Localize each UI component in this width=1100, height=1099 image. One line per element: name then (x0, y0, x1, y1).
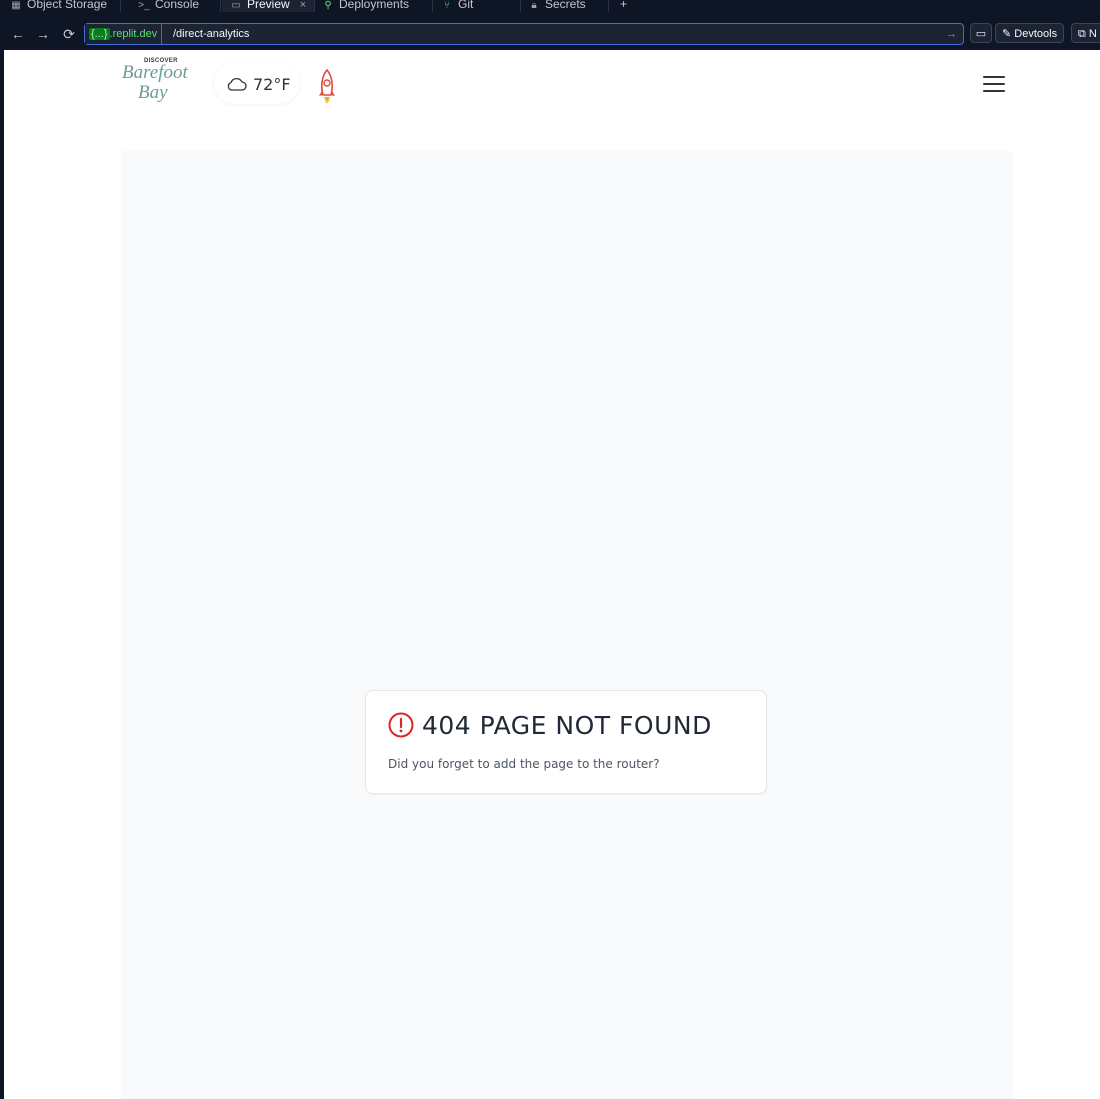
tab-deployments[interactable]: ⚲ Deployments (322, 0, 409, 12)
menu-line (983, 76, 1005, 78)
not-found-card: 404 PAGE NOT FOUND Did you forget to add… (365, 690, 767, 794)
tab-divider (608, 0, 609, 12)
weather-widget: 72°F (214, 62, 300, 104)
not-found-message: Did you forget to add the page to the ro… (388, 757, 660, 771)
tab-divider (520, 0, 521, 12)
menu-line (983, 83, 1005, 85)
close-tab-icon[interactable]: × (300, 0, 306, 11)
back-arrow-icon[interactable]: ← (8, 24, 28, 44)
temperature-text: 72°F (253, 75, 291, 94)
logo-line2: Bay (138, 82, 168, 103)
menu-line (983, 90, 1005, 92)
devtools-button[interactable]: ✎ Devtools (995, 23, 1065, 43)
preview-icon: ▭ (231, 0, 241, 11)
git-icon: ⑂ (444, 0, 450, 11)
forward-arrow-icon[interactable]: → (33, 24, 53, 44)
alert-circle-icon (388, 712, 414, 738)
tab-console[interactable]: >_ Console (138, 0, 199, 12)
logo-line1: Barefoot (122, 62, 188, 83)
not-found-title: 404 PAGE NOT FOUND (422, 711, 712, 740)
deployments-icon: ⚲ (324, 0, 332, 11)
domain-brace: {...} (89, 28, 110, 40)
tab-divider (220, 0, 221, 12)
new-tab-open-button[interactable]: ⧉ N (1071, 23, 1100, 43)
site-header: DISCOVER Barefoot Bay 72°F (4, 50, 1100, 130)
url-path-input[interactable]: /direct-analytics (173, 24, 933, 44)
wrench-icon: ✎ (1002, 28, 1015, 40)
preview-toolbar: ← → ⟳ {...} .replit.dev /direct-analytics… (0, 20, 1100, 48)
tab-divider (314, 0, 315, 12)
ide-tab-bar: ▦ Object Storage >_ Console ▭ Preview × ⚲ Dep… (0, 0, 1100, 12)
refresh-icon[interactable]: ⟳ (59, 24, 79, 44)
preview-viewport: DISCOVER Barefoot Bay 72°F 404 PAGE NOT … (4, 50, 1100, 1099)
domain-pill[interactable]: {...} .replit.dev (85, 24, 163, 44)
rocket-icon[interactable] (316, 68, 338, 112)
tab-label: Deployments (339, 0, 410, 11)
domain-suffix: .replit.dev (109, 28, 158, 40)
main-content: 404 PAGE NOT FOUND Did you forget to add… (121, 151, 1013, 1099)
object-storage-icon: ▦ (11, 0, 21, 11)
tab-object-storage[interactable]: ▦ Object Storage (10, 0, 107, 12)
tab-preview[interactable]: ▭ Preview × (230, 0, 306, 12)
screen-icon[interactable]: ▭ (970, 23, 992, 43)
tab-label: Secrets (545, 0, 586, 11)
tab-label: Object Storage (27, 0, 108, 11)
go-arrow-icon[interactable]: → (946, 24, 957, 44)
lock-icon: 🔒︎ (531, 0, 537, 11)
cloud-icon (227, 78, 247, 91)
tab-git[interactable]: ⑂ Git (441, 0, 473, 12)
hamburger-menu-icon[interactable] (983, 76, 1005, 94)
tab-label: Preview (247, 0, 290, 11)
tab-label: Console (155, 0, 200, 11)
tab-secrets[interactable]: 🔒︎ Secrets (528, 0, 586, 12)
tab-label: Git (458, 0, 474, 11)
new-tab-open-label: N (1088, 28, 1097, 40)
tab-divider (120, 0, 121, 12)
site-logo[interactable]: DISCOVER Barefoot Bay (120, 56, 202, 110)
console-icon: >_ (138, 0, 150, 11)
external-link-icon: ⧉ (1078, 28, 1089, 40)
url-bar[interactable]: {...} .replit.dev /direct-analytics → (84, 23, 964, 45)
tab-divider (432, 0, 433, 12)
new-tab-button[interactable]: + (620, 0, 627, 12)
devtools-label: Devtools (1014, 28, 1058, 40)
